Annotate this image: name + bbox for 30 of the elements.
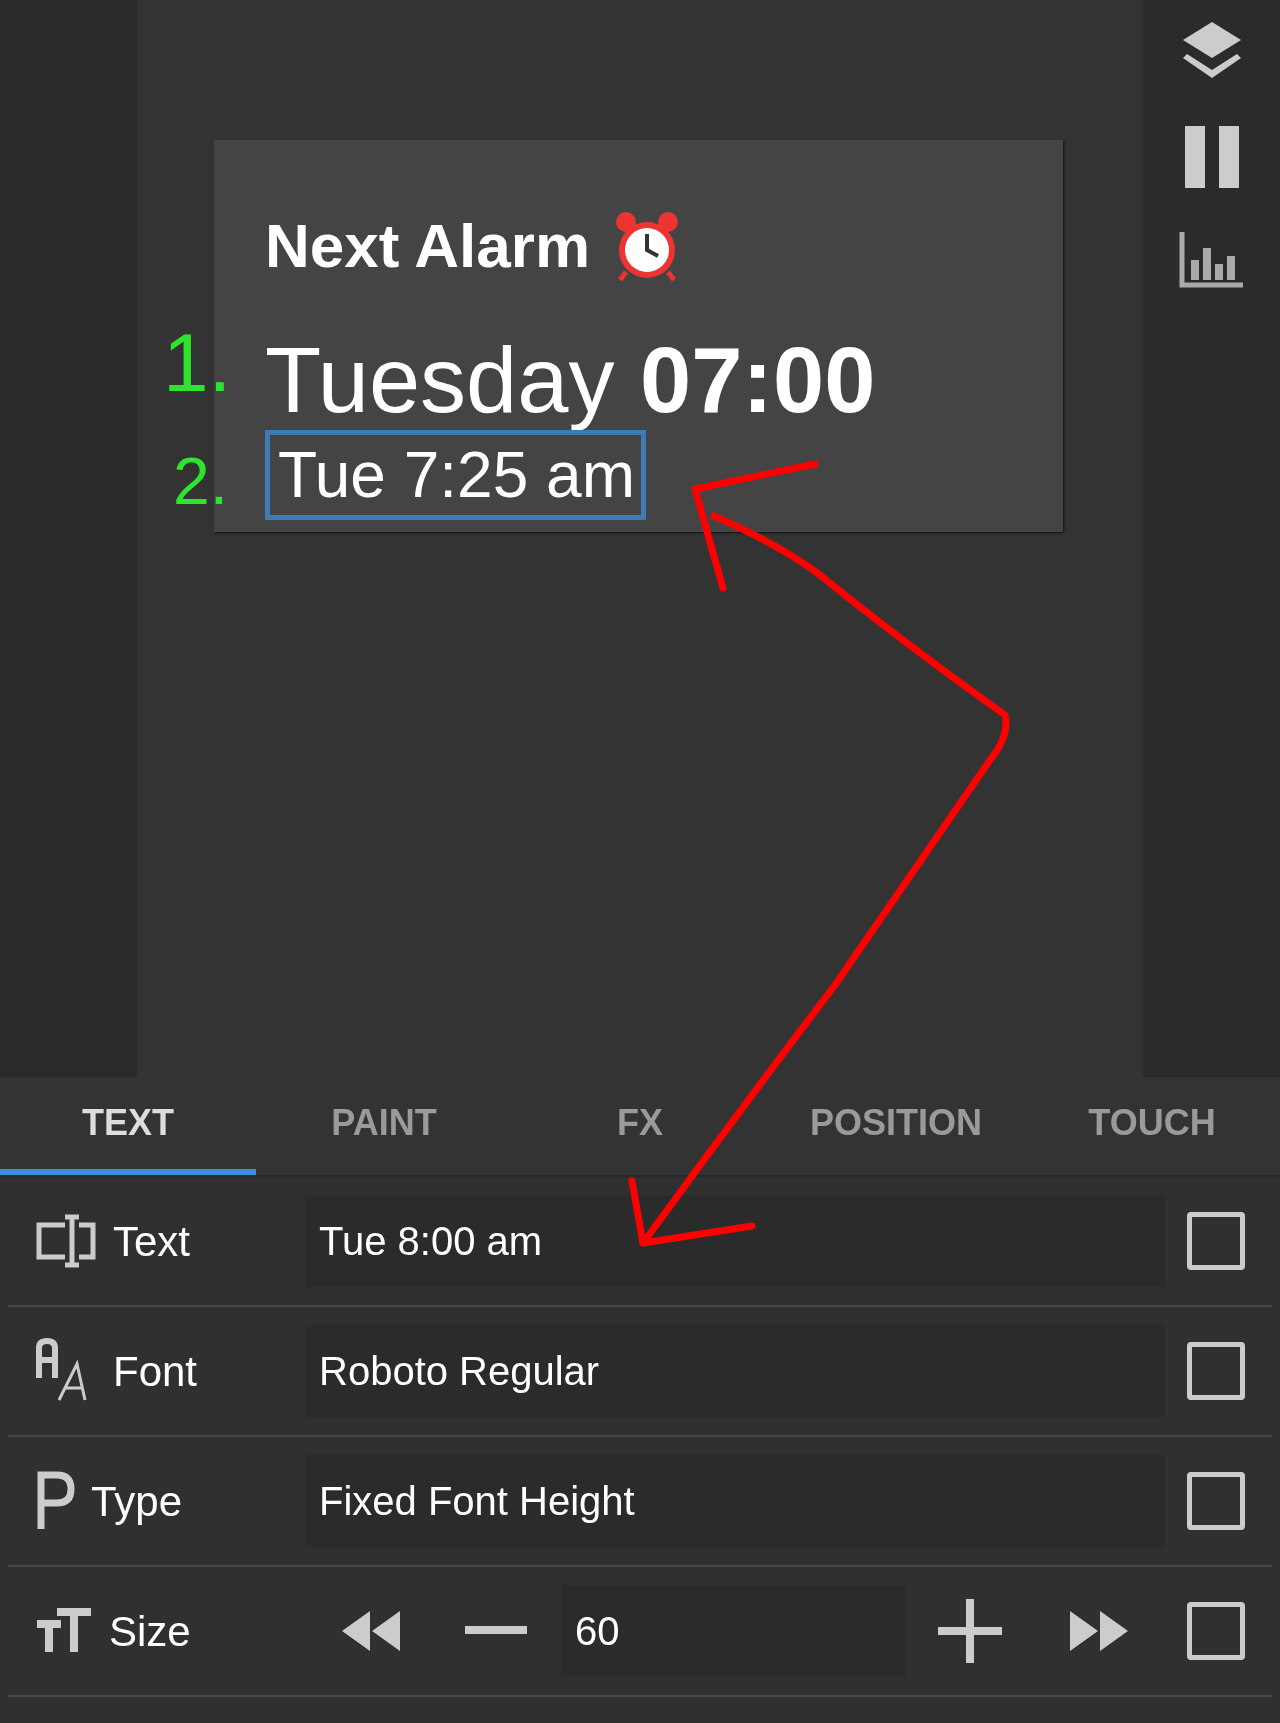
size-field[interactable]: 60 — [561, 1585, 906, 1677]
checkbox[interactable] — [1187, 1342, 1245, 1400]
checkbox[interactable] — [1187, 1212, 1245, 1270]
property-label: Size — [109, 1606, 191, 1657]
tab[interactable]: POSITION — [768, 1077, 1024, 1175]
letter-p-icon — [35, 1471, 75, 1531]
tab[interactable]: TEXT — [0, 1077, 256, 1175]
tab[interactable]: PAINT — [256, 1077, 512, 1175]
text-field-icon — [35, 1213, 97, 1269]
checkbox[interactable] — [1187, 1602, 1245, 1660]
minus-button[interactable] — [465, 1626, 527, 1636]
property-label: Font — [113, 1346, 198, 1397]
tab[interactable]: TOUCH — [1024, 1077, 1280, 1175]
plus-button[interactable] — [938, 1599, 1002, 1663]
pause-icon[interactable] — [1182, 124, 1241, 190]
rewind-button[interactable] — [340, 1609, 402, 1653]
property-value-field[interactable]: Roboto Regular — [305, 1325, 1165, 1417]
text-size-icon — [35, 1608, 93, 1654]
fast-forward-button[interactable] — [1068, 1609, 1130, 1653]
checkbox[interactable] — [1187, 1472, 1245, 1530]
annotation-number: 2. — [173, 448, 229, 514]
tab[interactable]: FX — [512, 1077, 768, 1175]
annotation-number: 1. — [163, 322, 232, 404]
widget-title: Next Alarm — [265, 215, 591, 277]
alarm-text[interactable]: Tue 7:25 am — [265, 430, 646, 520]
bar-chart-icon[interactable] — [1178, 230, 1245, 288]
property-value-field[interactable]: Tue 8:00 am — [305, 1195, 1165, 1287]
property-label: Type — [91, 1476, 183, 1527]
property-value-field[interactable]: Fixed Font Height — [305, 1455, 1165, 1547]
property-label: Text — [113, 1216, 191, 1267]
